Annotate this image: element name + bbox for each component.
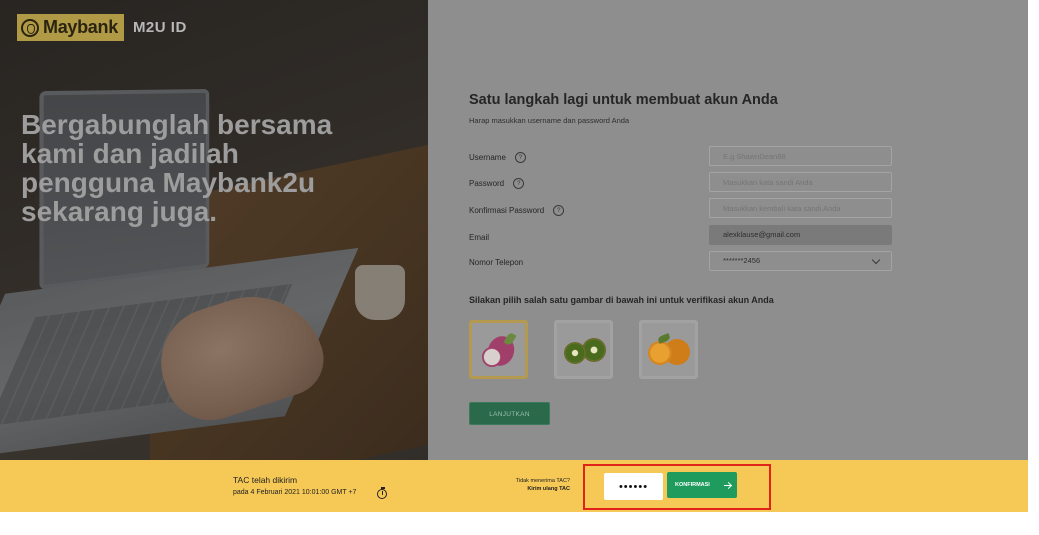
- confirm-button-label: KONFIRMASI: [675, 482, 710, 488]
- form-subtitle: Harap masukkan username dan password And…: [469, 116, 630, 125]
- username-label: Username: [469, 153, 506, 162]
- continue-button[interactable]: LANJUTKAN: [469, 402, 550, 425]
- orange-icon: [648, 333, 692, 369]
- tac-input[interactable]: [604, 473, 663, 500]
- verify-instruction: Silakan pilih salah satu gambar di bawah…: [469, 295, 774, 305]
- signup-form-panel: Satu langkah lagi untuk membuat akun And…: [428, 0, 1028, 460]
- confirm-password-label: Konfirmasi Password: [469, 206, 545, 215]
- dragonfruit-icon: [480, 331, 519, 370]
- logo-text: Maybank: [43, 17, 118, 37]
- tac-sent-date: pada 4 Februari 2021 10:01:00 GMT +7: [233, 489, 357, 496]
- form-title: Satu langkah lagi untuk membuat akun And…: [469, 92, 778, 108]
- confirm-password-input[interactable]: [709, 198, 892, 218]
- signup-page: Maybank M2U ID Bergabunglah bersama kami…: [0, 0, 1028, 512]
- help-icon[interactable]: ?: [514, 152, 526, 163]
- email-label: Email: [469, 233, 490, 242]
- verify-image-kiwi[interactable]: [554, 320, 613, 379]
- hero-headline: Bergabunglah bersama kami dan jadilah pe…: [21, 109, 333, 227]
- phone-value: *******2456: [723, 256, 761, 265]
- chevron-down-icon: [871, 255, 881, 265]
- tiger-icon: [21, 18, 39, 37]
- brand-logo[interactable]: Maybank M2U ID: [17, 14, 187, 41]
- hero-panel: Maybank M2U ID Bergabunglah bersama kami…: [0, 0, 428, 460]
- confirm-button[interactable]: KONFIRMASI: [667, 472, 737, 498]
- password-label: Password: [469, 179, 505, 188]
- confirm-password-label-row: Konfirmasi Password ?: [469, 205, 565, 216]
- verify-image-orange[interactable]: [639, 320, 698, 379]
- tac-not-received-text: Tidak menerima TAC?: [515, 478, 570, 484]
- phone-label-row: Nomor Telepon: [469, 258, 523, 267]
- tac-resend-link[interactable]: Kirim ulang TAC: [460, 486, 570, 492]
- timer-icon: [377, 487, 387, 499]
- maybank-logo-box: Maybank: [17, 14, 124, 41]
- phone-label: Nomor Telepon: [469, 258, 524, 267]
- help-icon[interactable]: ?: [513, 178, 525, 189]
- email-label-row: Email: [469, 233, 489, 242]
- tac-sent-title: TAC telah dikirim: [233, 475, 298, 485]
- app-name: M2U ID: [132, 19, 187, 36]
- email-field: alexklause@gmail.com: [709, 225, 892, 245]
- email-value: alexklause@gmail.com: [723, 230, 801, 239]
- arrow-right-icon: [723, 482, 733, 489]
- verify-image-dragonfruit[interactable]: [469, 320, 528, 379]
- help-icon[interactable]: ?: [553, 205, 565, 216]
- password-label-row: Password ?: [469, 178, 525, 189]
- hero-overlay: [0, 0, 428, 460]
- password-input[interactable]: [709, 172, 892, 192]
- phone-select[interactable]: *******2456: [709, 251, 892, 271]
- username-input[interactable]: [709, 146, 892, 166]
- tac-bar: TAC telah dikirim pada 4 Februari 2021 1…: [0, 460, 1028, 512]
- kiwi-icon: [564, 334, 606, 366]
- username-label-row: Username ?: [469, 152, 526, 163]
